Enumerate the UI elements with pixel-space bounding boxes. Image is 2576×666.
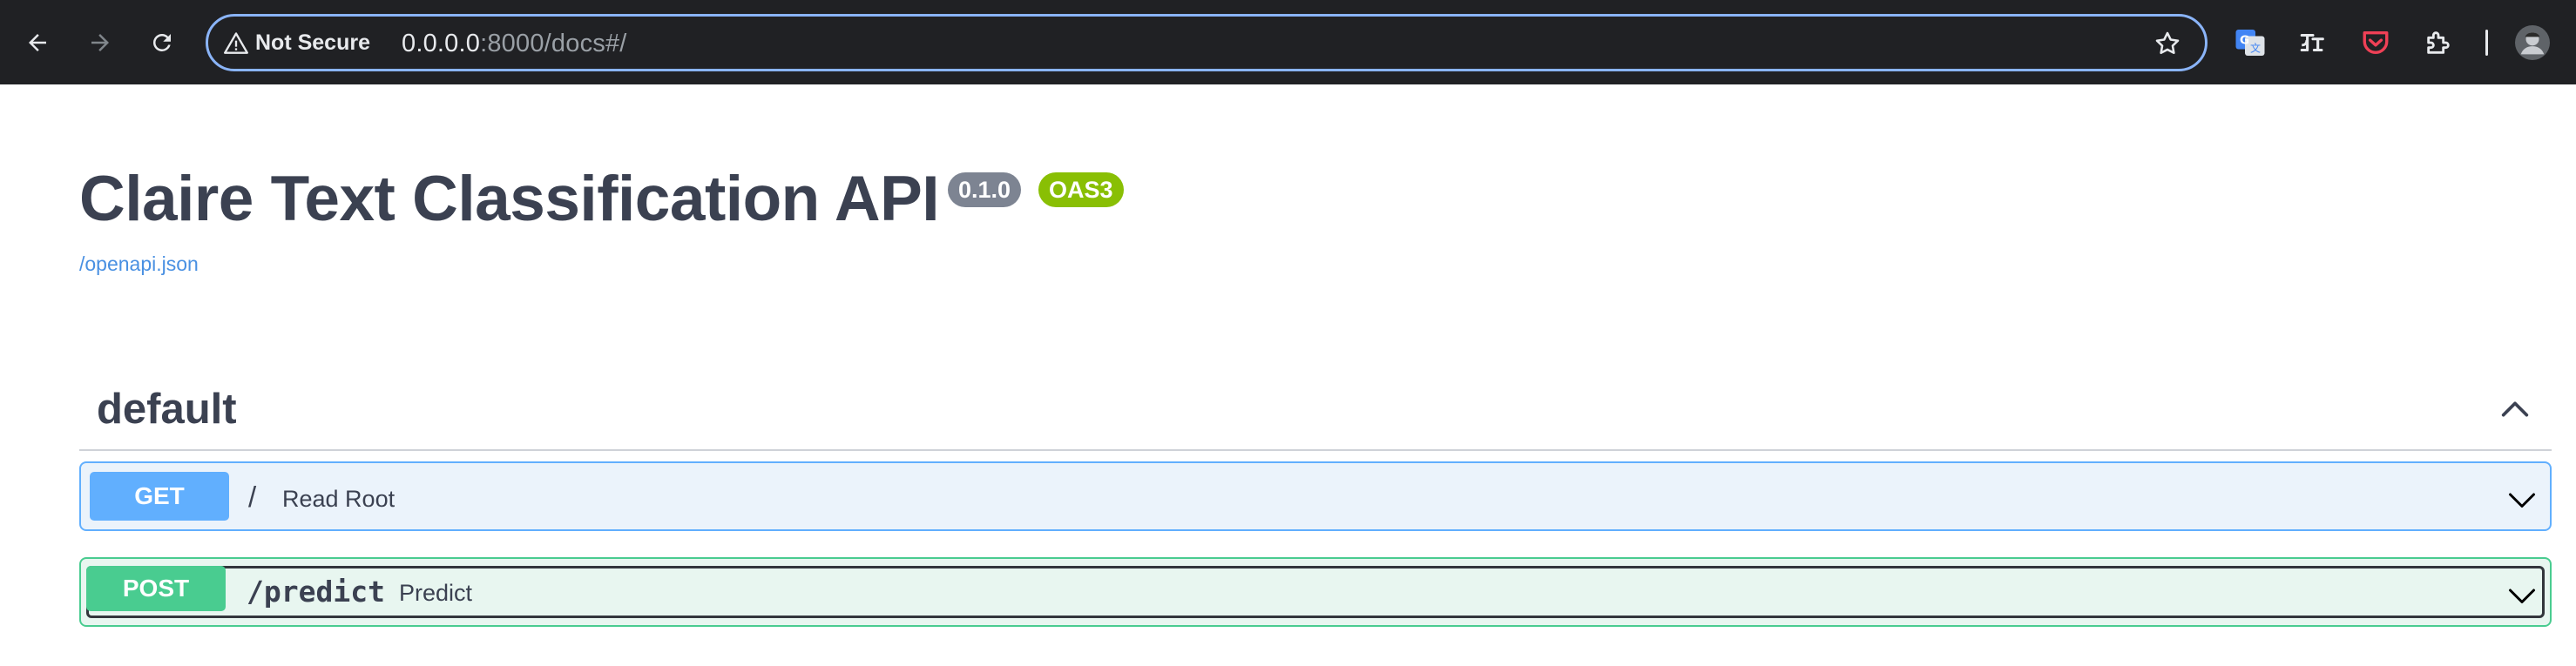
operation-get-root[interactable]: GET / Read Root [79,461,2552,531]
profile-avatar[interactable] [2514,24,2551,61]
forward-icon[interactable] [80,23,120,63]
operation-post-predict[interactable]: POST /predict Predict [79,557,2552,627]
operation-path: /predict [247,575,385,609]
page-title: Claire Text Classification API [79,164,940,234]
tag-name: default [97,386,237,433]
toolbar-divider [2485,30,2488,56]
address-bar[interactable]: Not Secure 0.0.0.0:8000/docs#/ [206,14,2208,71]
security-chip[interactable]: Not Secure [224,28,370,57]
svg-text:文: 文 [2250,42,2261,55]
reload-icon[interactable] [142,23,182,63]
chevron-down-icon[interactable] [2505,580,2539,616]
operation-summary: Predict [399,580,473,606]
tag-section-header[interactable]: default [79,367,2552,451]
browser-toolbar: Not Secure 0.0.0.0:8000/docs#/ G文 [0,0,2576,84]
back-icon[interactable] [17,23,57,63]
google-translate-icon[interactable]: G文 [2232,24,2268,61]
extension-icon[interactable] [2295,24,2331,61]
warning-icon [224,32,248,54]
oas-badge: OAS3 [1038,172,1124,207]
operation-summary: Read Root [282,486,396,512]
svg-text:G: G [2240,34,2249,48]
url-path: :8000/docs#/ [480,30,627,57]
pocket-icon[interactable] [2357,24,2394,61]
method-badge-post: POST [86,566,226,611]
star-icon[interactable] [2153,29,2182,63]
openapi-json-link[interactable]: /openapi.json [79,252,199,276]
method-badge-get: GET [90,472,229,521]
puzzle-icon[interactable] [2420,24,2457,61]
api-info: Claire Text Classification API 0.1.0 OAS… [79,164,1124,234]
security-chip-label: Not Secure [255,30,370,55]
chevron-up-icon[interactable] [2498,392,2532,431]
chevron-down-icon[interactable] [2505,484,2539,520]
url-host: 0.0.0.0 [402,30,481,57]
url-text[interactable]: 0.0.0.0:8000/docs#/ [402,30,627,58]
version-badge: 0.1.0 [948,172,1022,207]
operation-path: / [248,481,257,513]
